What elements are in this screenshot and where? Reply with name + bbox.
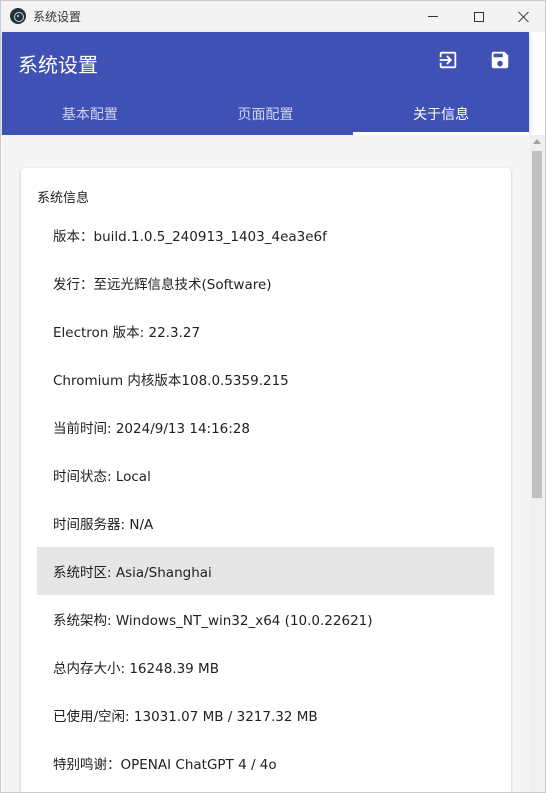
- maximize-icon: [474, 11, 484, 22]
- app-header: 系统设置 基本配置 页面配置 关于信息: [2, 32, 529, 135]
- info-item-current-time[interactable]: 当前时间: 2024/9/13 14:16:28: [37, 403, 494, 451]
- tab-basic-config[interactable]: 基本配置: [2, 92, 178, 135]
- window-title: 系统设置: [33, 10, 82, 24]
- title-bar: 系统设置: [1, 1, 545, 32]
- info-item-time-status[interactable]: 时间状态: Local: [37, 451, 494, 499]
- app-window: 系统设置 系统设置 基本配置 页面配置 关于信息 系统信息 版本：build.1…: [0, 0, 546, 793]
- exit-button[interactable]: [436, 48, 460, 72]
- card-title: 系统信息: [37, 191, 90, 206]
- info-item-memory-usage[interactable]: 已使用/空闲: 13031.07 MB / 3217.32 MB: [37, 691, 494, 739]
- vertical-scrollbar[interactable]: [529, 135, 545, 792]
- info-item-total-memory[interactable]: 总内存大小: 16248.39 MB: [37, 643, 494, 691]
- minimize-button[interactable]: [410, 1, 456, 32]
- info-item-timezone[interactable]: 系统时区: Asia/Shanghai: [37, 547, 494, 595]
- electron-app-icon: [10, 8, 26, 24]
- info-item-architecture[interactable]: 系统架构: Windows_NT_win32_x64 (10.0.22621): [37, 595, 494, 643]
- minimize-icon: [428, 16, 438, 17]
- maximize-button[interactable]: [456, 1, 502, 32]
- tab-page-config[interactable]: 页面配置: [178, 92, 354, 135]
- exit-to-app-icon: [439, 51, 457, 69]
- info-item-publisher[interactable]: 发行：至远光辉信息技术(Software): [37, 259, 494, 307]
- tab-bar: 基本配置 页面配置 关于信息: [2, 92, 529, 135]
- page-title: 系统设置: [18, 53, 98, 77]
- content-area: 系统信息 版本：build.1.0.5_240913_1403_4ea3e6f …: [2, 135, 529, 792]
- system-info-card: 系统信息 版本：build.1.0.5_240913_1403_4ea3e6f …: [21, 168, 511, 792]
- info-item-acknowledgement[interactable]: 特别鸣谢：OPENAI ChatGPT 4 / 4o: [37, 739, 494, 787]
- info-item-time-server[interactable]: 时间服务器: N/A: [37, 499, 494, 547]
- info-item-version[interactable]: 版本：build.1.0.5_240913_1403_4ea3e6f: [37, 211, 494, 259]
- save-button[interactable]: [488, 48, 512, 72]
- scroll-thumb[interactable]: [532, 151, 542, 498]
- info-list: 版本：build.1.0.5_240913_1403_4ea3e6f 发行：至远…: [37, 211, 494, 787]
- scroll-up-arrow-icon[interactable]: [533, 139, 541, 144]
- tab-about-info[interactable]: 关于信息: [353, 92, 529, 135]
- info-item-chromium-version[interactable]: Chromium 内核版本108.0.5359.215: [37, 355, 494, 403]
- close-icon: [518, 11, 530, 23]
- close-button[interactable]: [501, 1, 545, 32]
- info-item-electron-version[interactable]: Electron 版本: 22.3.27: [37, 307, 494, 355]
- save-icon: [491, 51, 509, 69]
